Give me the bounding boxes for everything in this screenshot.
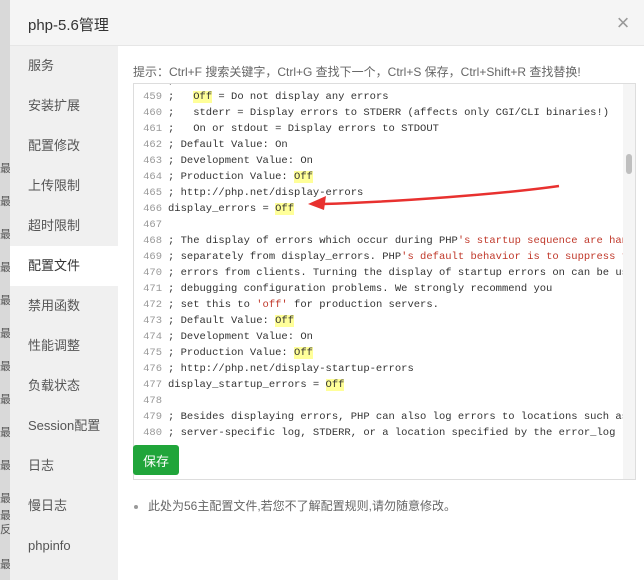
line-text: ; Production Value: Off [168,171,313,183]
code-line[interactable]: 477 display_startup_errors = Off [134,377,635,393]
line-number: 464 [143,171,162,183]
code-line[interactable]: 476 ; http://php.net/display-startup-erro… [134,361,635,377]
line-text: ; Default Value: Off [168,315,295,327]
bullet-dot [134,504,138,509]
config-warning-note: 此处为56主配置文件,若您不了解配置规则,请勿随意修改。 [134,497,456,514]
line-number: 459 [143,91,162,103]
line-text: ; debugging configuration problems. We s… [168,283,553,295]
line-text: ; Default Value: On [168,139,288,151]
code-line[interactable]: 475 ; Production Value: Off [134,345,635,361]
line-number: 478 [143,395,162,407]
sidebar-item-config-modify[interactable]: 配置修改 [10,126,118,166]
line-text: ; Off = Do not display any errors [168,91,389,103]
line-number: 469 [143,251,162,263]
note-text: 此处为56主配置文件,若您不了解配置规则,请勿随意修改。 [148,499,457,513]
line-text: ; On or stdout = Display errors to STDOU… [168,123,439,135]
line-text: display_errors = Off [168,203,295,215]
code-line[interactable]: 479 ; Besides displaying errors, PHP can … [134,409,636,425]
code-line[interactable]: 468 ; The display of errors which occur d… [134,233,636,249]
code-line[interactable]: 467 [134,217,635,233]
sidebar-item-session-config[interactable]: Session配置 [10,406,118,446]
line-number: 475 [143,347,162,359]
line-text: ; http://php.net/display-startup-errors [168,363,414,375]
shortcut-hint: 提示：Ctrl+F 搜索关键字，Ctrl+G 查找下一个，Ctrl+S 保存，C… [133,65,581,79]
sidebar: 服务 安装扩展 配置修改 上传限制 超时限制 配置文件 禁用函数 性能调整 负载… [10,46,118,580]
close-icon[interactable]: × [610,10,636,36]
code-line[interactable]: 472 ; set this to 'off' for production se… [134,297,635,313]
main-content: 提示：Ctrl+F 搜索关键字，Ctrl+G 查找下一个，Ctrl+S 保存，C… [118,46,644,580]
line-number: 476 [143,363,162,375]
code-line[interactable]: 480 ; server-specific log, STDERR, or a l… [134,425,635,441]
sidebar-item-log[interactable]: 日志 [10,446,118,486]
line-number: 468 [143,235,162,247]
line-number: 474 [143,331,162,343]
dialog-title: php-5.6管理 [28,17,109,34]
sidebar-item-disabled-functions[interactable]: 禁用函数 [10,286,118,326]
line-number: 480 [143,427,162,439]
line-number: 467 [143,219,162,231]
sidebar-item-phpinfo[interactable]: phpinfo [10,526,118,566]
line-text: ; Possible Values: [168,84,281,87]
line-number: 462 [143,139,162,151]
line-text: ; The display of errors which occur duri… [168,235,636,247]
line-number: 473 [143,315,162,327]
save-button[interactable]: 保存 [133,445,179,475]
code-line[interactable]: 462 ; Default Value: On [134,137,635,153]
line-text: display_startup_errors = Off [168,379,345,391]
sidebar-item-slow-log[interactable]: 慢日志 [10,486,118,526]
line-text: ; Besides displaying errors, PHP can als… [168,411,636,423]
line-number: 479 [143,411,162,423]
code-line[interactable]: 461 ; On or stdout = Display errors to ST… [134,121,635,137]
sidebar-item-install-extension[interactable]: 安装扩展 [10,86,118,126]
code-lines[interactable]: 458; Possible Values:459; Off = Do not d… [134,84,636,441]
line-number: 471 [143,283,162,295]
line-number: 472 [143,299,162,311]
code-line[interactable]: 470 ; errors from clients. Turning the di… [134,265,636,281]
line-text: ; server-specific log, STDERR, or a loca… [168,427,616,439]
line-number: 460 [143,107,162,119]
code-line[interactable]: 471 ; debugging configuration problems. W… [134,281,635,297]
scrollbar-thumb[interactable] [626,154,632,174]
code-line[interactable]: 459 ; Off = Do not display any errors [134,89,635,105]
line-text: ; separately from display_errors. PHP's … [168,251,636,263]
line-number: 470 [143,267,162,279]
code-line[interactable]: 473 ; Default Value: Off [134,313,635,329]
line-number: 461 [143,123,162,135]
line-text: ; stderr = Display errors to STDERR (aff… [168,107,610,119]
code-line[interactable]: 464 ; Production Value: Off [134,169,635,185]
dialog-titlebar: php-5.6管理 × [10,0,644,46]
editor-scrollbar[interactable] [623,84,635,479]
code-line[interactable]: 474 ; Development Value: On [134,329,635,345]
line-text: ; Production Value: Off [168,347,313,359]
sidebar-item-load-status[interactable]: 负载状态 [10,366,118,406]
line-number: 463 [143,155,162,167]
line-text: ; Development Value: On [168,331,313,343]
code-line[interactable]: 469 ; separately from display_errors. PHP… [134,249,636,265]
background-window-edge: 最 最 最 最 最 最 最 最 最 最 最 最 反 最 [0,0,11,580]
code-line[interactable]: 478 [134,393,635,409]
line-text: ; errors from clients. Turning the displ… [168,267,636,279]
code-line[interactable]: 463 ; Development Value: On [134,153,635,169]
code-editor[interactable]: 458; Possible Values:459; Off = Do not d… [133,83,636,480]
sidebar-item-timeout-limit[interactable]: 超时限制 [10,206,118,246]
line-number: 477 [143,379,162,391]
line-text: ; Development Value: On [168,155,313,167]
sidebar-item-service[interactable]: 服务 [10,46,118,86]
line-text: ; set this to 'off' for production serve… [168,299,439,311]
sidebar-item-config-file[interactable]: 配置文件 [10,246,118,286]
sidebar-item-performance[interactable]: 性能调整 [10,326,118,366]
code-line[interactable]: 460 ; stderr = Display errors to STDERR (… [134,105,635,121]
line-number: 465 [143,187,162,199]
red-arrow-annotation [308,184,560,210]
line-number: 466 [143,203,162,215]
sidebar-item-upload-limit[interactable]: 上传限制 [10,166,118,206]
